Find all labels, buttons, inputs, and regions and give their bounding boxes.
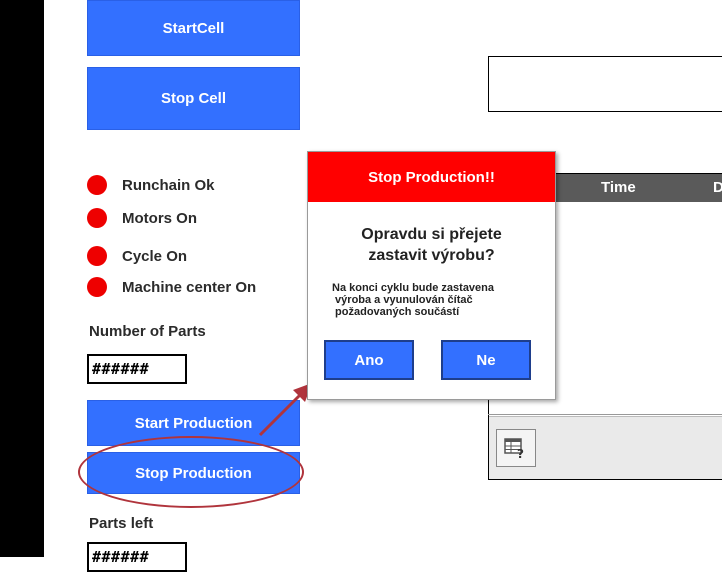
motors-on-led	[87, 208, 107, 228]
dialog-title: Stop Production!!	[308, 152, 555, 202]
machine-center-on-led	[87, 277, 107, 297]
message-text-box[interactable]	[488, 56, 722, 112]
dialog-question: Opravdu si přejete zastavit výrobu?	[308, 224, 555, 266]
highlight-ellipse	[78, 436, 304, 508]
machine-center-on-label: Machine center On	[122, 279, 257, 296]
table-toolbar: ?	[489, 416, 722, 479]
table-divider	[488, 414, 722, 415]
ano-button[interactable]: Ano	[324, 340, 414, 380]
parts-left-input[interactable]: ######	[87, 542, 187, 572]
dialog-question-line2: zastavit výrobu?	[368, 247, 495, 264]
column-time[interactable]: Time	[601, 179, 636, 196]
cycle-on-label: Cycle On	[122, 248, 188, 265]
runchain-ok-led	[87, 175, 107, 195]
table-help-icon: ?	[504, 438, 524, 459]
svg-text:?: ?	[517, 447, 524, 459]
number-of-parts-input[interactable]: ######	[87, 354, 187, 384]
dialog-question-line1: Opravdu si přejete	[361, 226, 502, 243]
runchain-ok-label: Runchain Ok	[122, 177, 215, 194]
ne-button[interactable]: Ne	[441, 340, 531, 380]
parts-left-label: Parts left	[89, 515, 154, 532]
stop-production-dialog: Stop Production!! Opravdu si přejete zas…	[307, 151, 556, 400]
cycle-on-led	[87, 246, 107, 266]
dialog-note-line2: výroba a vyunulován čítač	[332, 294, 473, 306]
left-edge-bar	[0, 0, 44, 557]
dialog-note-line1: Na konci cyklu bude zastavena	[332, 282, 495, 294]
stop-cell-button[interactable]: Stop Cell	[87, 67, 300, 130]
start-cell-button[interactable]: StartCell	[87, 0, 300, 56]
number-of-parts-label: Number of Parts	[89, 323, 206, 340]
dialog-note: Na konci cyklu bude zastavena výroba a v…	[332, 282, 542, 318]
table-help-button[interactable]: ?	[496, 429, 536, 467]
dialog-note-line3: požadovaných součástí	[332, 306, 460, 318]
motors-on-label: Motors On	[122, 210, 197, 227]
column-d[interactable]: D	[713, 179, 722, 196]
